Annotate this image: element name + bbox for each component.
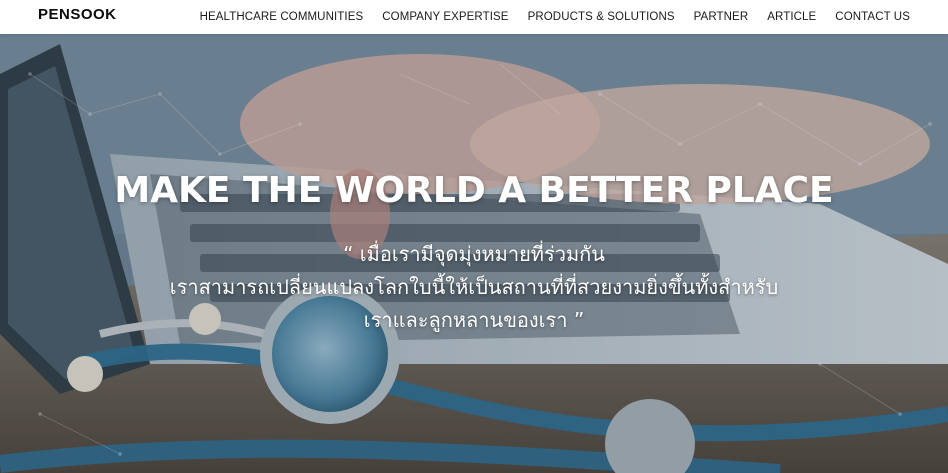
nav-contact-us[interactable]: CONTACT US	[835, 11, 910, 23]
nav-article[interactable]: ARTICLE	[767, 11, 816, 23]
nav-company-expertise[interactable]: COMPANY EXPERTISE	[382, 11, 508, 23]
pensook-logo[interactable]: PENSOOK	[38, 6, 117, 23]
main-nav: HEALTHCARE COMMUNITIES COMPANY EXPERTISE…	[181, 0, 910, 34]
hero-quote-line: เราสามารถเปลี่ยนแปลงโลกใบนี้ให้เป็นสถานท…	[169, 275, 779, 299]
hero-banner: MAKE THE WORLD A BETTER PLACE “ เมื่อเรา…	[0, 34, 948, 473]
nav-products-solutions[interactable]: PRODUCTS & SOLUTIONS	[528, 11, 675, 23]
nav-partner[interactable]: PARTNER	[694, 11, 749, 23]
hero-title: MAKE THE WORLD A BETTER PLACE	[114, 170, 834, 211]
nav-healthcare-communities[interactable]: HEALTHCARE COMMUNITIES	[200, 11, 364, 23]
hero-quote: “ เมื่อเรามีจุดมุ่งหมายที่ร่วมกัน เราสาม…	[0, 238, 948, 337]
hero-quote-line: “ เมื่อเรามีจุดมุ่งหมายที่ร่วมกัน	[343, 242, 605, 266]
hero-quote-line: เราและลูกหลานของเรา ”	[363, 308, 585, 332]
site-header: PENSOOK HEALTHCARE COMMUNITIES COMPANY E…	[0, 0, 948, 34]
